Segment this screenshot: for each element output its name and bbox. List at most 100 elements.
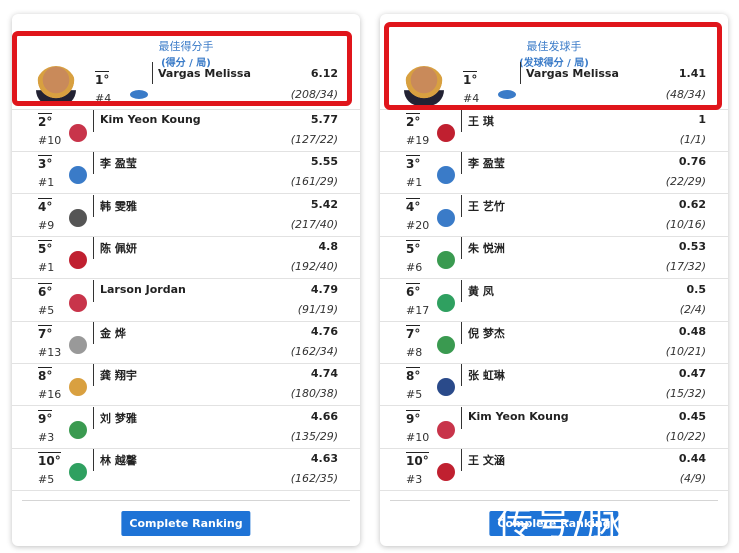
watermark: 传号/脉 bbox=[497, 503, 626, 544]
player-name[interactable]: Kim Yeon Koung bbox=[100, 113, 201, 126]
stat-value: 4.76 bbox=[310, 325, 338, 338]
rank: 8° bbox=[406, 367, 421, 384]
team-logo-icon bbox=[437, 378, 455, 397]
player-name[interactable]: 王 琪 bbox=[468, 113, 494, 129]
stat-fraction: (217/40) bbox=[290, 217, 338, 231]
rank: 7° bbox=[38, 325, 53, 341]
player-name[interactable]: 李 盈莹 bbox=[100, 155, 137, 171]
divider bbox=[461, 194, 462, 217]
stat-value: 0.53 bbox=[678, 240, 706, 254]
jersey-number: #3 bbox=[38, 430, 55, 444]
rank: 4° bbox=[38, 197, 53, 214]
rank: 9° bbox=[38, 409, 53, 426]
rank: 2° bbox=[406, 113, 421, 129]
divider bbox=[93, 279, 94, 302]
ranking-row[interactable]: 3° #1 李 盈莹 5.55 (161/29) bbox=[12, 152, 360, 195]
jersey-number: #3 bbox=[406, 473, 423, 487]
highlight-box bbox=[12, 31, 352, 106]
ranking-row[interactable]: 10° #3 王 文涵 0.44 (4/9) bbox=[380, 449, 728, 492]
player-name[interactable]: Larson Jordan bbox=[100, 283, 186, 296]
jersey-number: #5 bbox=[38, 473, 55, 487]
stat-value: 0.45 bbox=[678, 409, 706, 423]
player-name[interactable]: 刘 梦雅 bbox=[100, 410, 137, 426]
jersey-number: #10 bbox=[38, 134, 62, 147]
ranking-row[interactable]: 4° #20 王 艺竹 0.62 (10/16) bbox=[380, 194, 728, 237]
ranking-row[interactable]: 9° #3 刘 梦雅 4.66 (135/29) bbox=[12, 406, 360, 449]
ranking-row[interactable]: 8° #5 张 虹琳 0.47 (15/32) bbox=[380, 364, 728, 407]
ranking-row[interactable]: 7° #8 倪 梦杰 0.48 (10/21) bbox=[380, 322, 728, 364]
rank: 8° bbox=[38, 367, 53, 384]
stat-value: 4.63 bbox=[310, 452, 338, 466]
rank: 10° bbox=[406, 452, 429, 469]
stat-fraction: (15/32) bbox=[665, 387, 706, 401]
player-name[interactable]: 金 烨 bbox=[100, 325, 126, 341]
divider bbox=[461, 279, 462, 302]
player-name[interactable]: 王 文涵 bbox=[468, 452, 505, 468]
stat-fraction: (10/16) bbox=[665, 217, 706, 231]
divider bbox=[93, 237, 94, 260]
divider bbox=[22, 500, 350, 501]
team-logo-icon bbox=[437, 251, 455, 270]
player-name[interactable]: 林 越馨 bbox=[100, 452, 137, 468]
rank: 10° bbox=[38, 452, 61, 469]
stat-value: 1 bbox=[698, 113, 706, 126]
rank: 2° bbox=[38, 113, 53, 129]
jersey-number: #20 bbox=[406, 218, 430, 232]
jersey-number: #13 bbox=[38, 346, 62, 359]
stat-value: 4.79 bbox=[310, 282, 338, 296]
ranking-row[interactable]: 5° #6 朱 悦洲 0.53 (17/32) bbox=[380, 237, 728, 280]
stat-value: 0.5 bbox=[686, 282, 707, 296]
rank: 7° bbox=[406, 325, 421, 341]
jersey-number: #16 bbox=[38, 388, 62, 402]
team-logo-icon bbox=[69, 336, 87, 354]
complete-ranking-button[interactable]: Complete Ranking bbox=[121, 511, 251, 536]
team-logo-icon bbox=[69, 463, 87, 482]
player-name[interactable]: 张 虹琳 bbox=[468, 367, 505, 383]
ranking-row[interactable]: 8° #16 龚 翔宇 4.74 (180/38) bbox=[12, 364, 360, 407]
jersey-number: #10 bbox=[406, 430, 430, 444]
stat-fraction: (2/4) bbox=[679, 302, 706, 316]
ranking-row[interactable]: 5° #1 陈 佩妍 4.8 (192/40) bbox=[12, 237, 360, 280]
stat-fraction: (10/21) bbox=[665, 345, 706, 358]
stat-value: 4.66 bbox=[310, 409, 338, 423]
divider bbox=[93, 322, 94, 344]
player-name[interactable]: 倪 梦杰 bbox=[468, 325, 505, 341]
divider bbox=[390, 500, 718, 501]
stat-value: 0.76 bbox=[678, 155, 706, 169]
divider bbox=[93, 406, 94, 429]
player-name[interactable]: 龚 翔宇 bbox=[100, 367, 137, 383]
jersey-number: #1 bbox=[38, 261, 55, 275]
stat-fraction: (4/9) bbox=[679, 472, 706, 486]
ranking-row[interactable]: 7° #13 金 烨 4.76 (162/34) bbox=[12, 322, 360, 364]
player-name[interactable]: 韩 雯雅 bbox=[100, 198, 137, 214]
player-name[interactable]: 朱 悦洲 bbox=[468, 240, 505, 256]
stat-value: 0.48 bbox=[678, 325, 706, 338]
team-logo-icon bbox=[437, 420, 455, 439]
stat-value: 0.44 bbox=[678, 452, 706, 466]
player-name[interactable]: Kim Yeon Koung bbox=[468, 410, 569, 423]
stat-fraction: (180/38) bbox=[290, 387, 338, 401]
ranking-row[interactable]: 9° #10 Kim Yeon Koung 0.45 (10/22) bbox=[380, 406, 728, 449]
ranking-row[interactable]: 3° #1 李 盈莹 0.76 (22/29) bbox=[380, 152, 728, 195]
stat-value: 4.8 bbox=[318, 240, 339, 254]
ranking-row[interactable]: 10° #5 林 越馨 4.63 (162/35) bbox=[12, 449, 360, 492]
stat-fraction: (10/22) bbox=[665, 429, 706, 443]
player-name[interactable]: 王 艺竹 bbox=[468, 198, 505, 214]
divider bbox=[93, 194, 94, 217]
divider bbox=[93, 110, 94, 132]
ranking-row[interactable]: 2° #10 Kim Yeon Koung 5.77 (127/22) bbox=[12, 110, 360, 152]
ranking-row[interactable]: 6° #17 黄 凤 0.5 (2/4) bbox=[380, 279, 728, 322]
rank: 5° bbox=[406, 240, 421, 257]
player-name[interactable]: 黄 凤 bbox=[468, 283, 494, 299]
ranking-row[interactable]: 2° #19 王 琪 1 (1/1) bbox=[380, 110, 728, 152]
team-logo-icon bbox=[437, 293, 455, 312]
ranking-row[interactable]: 4° #9 韩 雯雅 5.42 (217/40) bbox=[12, 194, 360, 237]
player-name[interactable]: 陈 佩妍 bbox=[100, 240, 137, 256]
player-name[interactable]: 李 盈莹 bbox=[468, 155, 505, 171]
highlight-box bbox=[384, 22, 722, 110]
team-logo-icon bbox=[437, 208, 455, 227]
ranking-row[interactable]: 6° #5 Larson Jordan 4.79 (91/19) bbox=[12, 279, 360, 322]
stat-value: 5.77 bbox=[310, 113, 338, 126]
team-logo-icon bbox=[69, 420, 87, 439]
jersey-number: #8 bbox=[406, 346, 423, 359]
